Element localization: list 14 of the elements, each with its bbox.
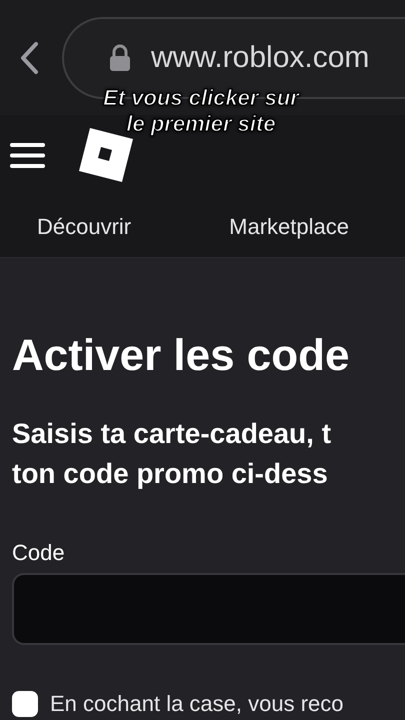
nav-tab[interactable]: Découvrir: [37, 195, 132, 257]
menu-icon[interactable]: [10, 142, 45, 168]
consent-text: En cochant la case, vous reco: [50, 691, 344, 717]
consent-checkbox[interactable]: [12, 691, 38, 717]
caption-line: le premier site: [126, 111, 276, 137]
back-icon[interactable]: [18, 40, 40, 74]
nav-tab[interactable]: Marketplace: [229, 195, 349, 257]
field-label: Code: [12, 539, 66, 567]
page-title: Activer les code: [12, 330, 350, 382]
url-text: www.roblox.com: [151, 40, 370, 76]
lock-icon: [109, 44, 131, 72]
subtitle-line: ton code promo ci-dess: [12, 457, 329, 491]
subtitle-line: Saisis ta carte-cadeau, t: [12, 417, 332, 451]
code-input-field[interactable]: [12, 573, 405, 645]
